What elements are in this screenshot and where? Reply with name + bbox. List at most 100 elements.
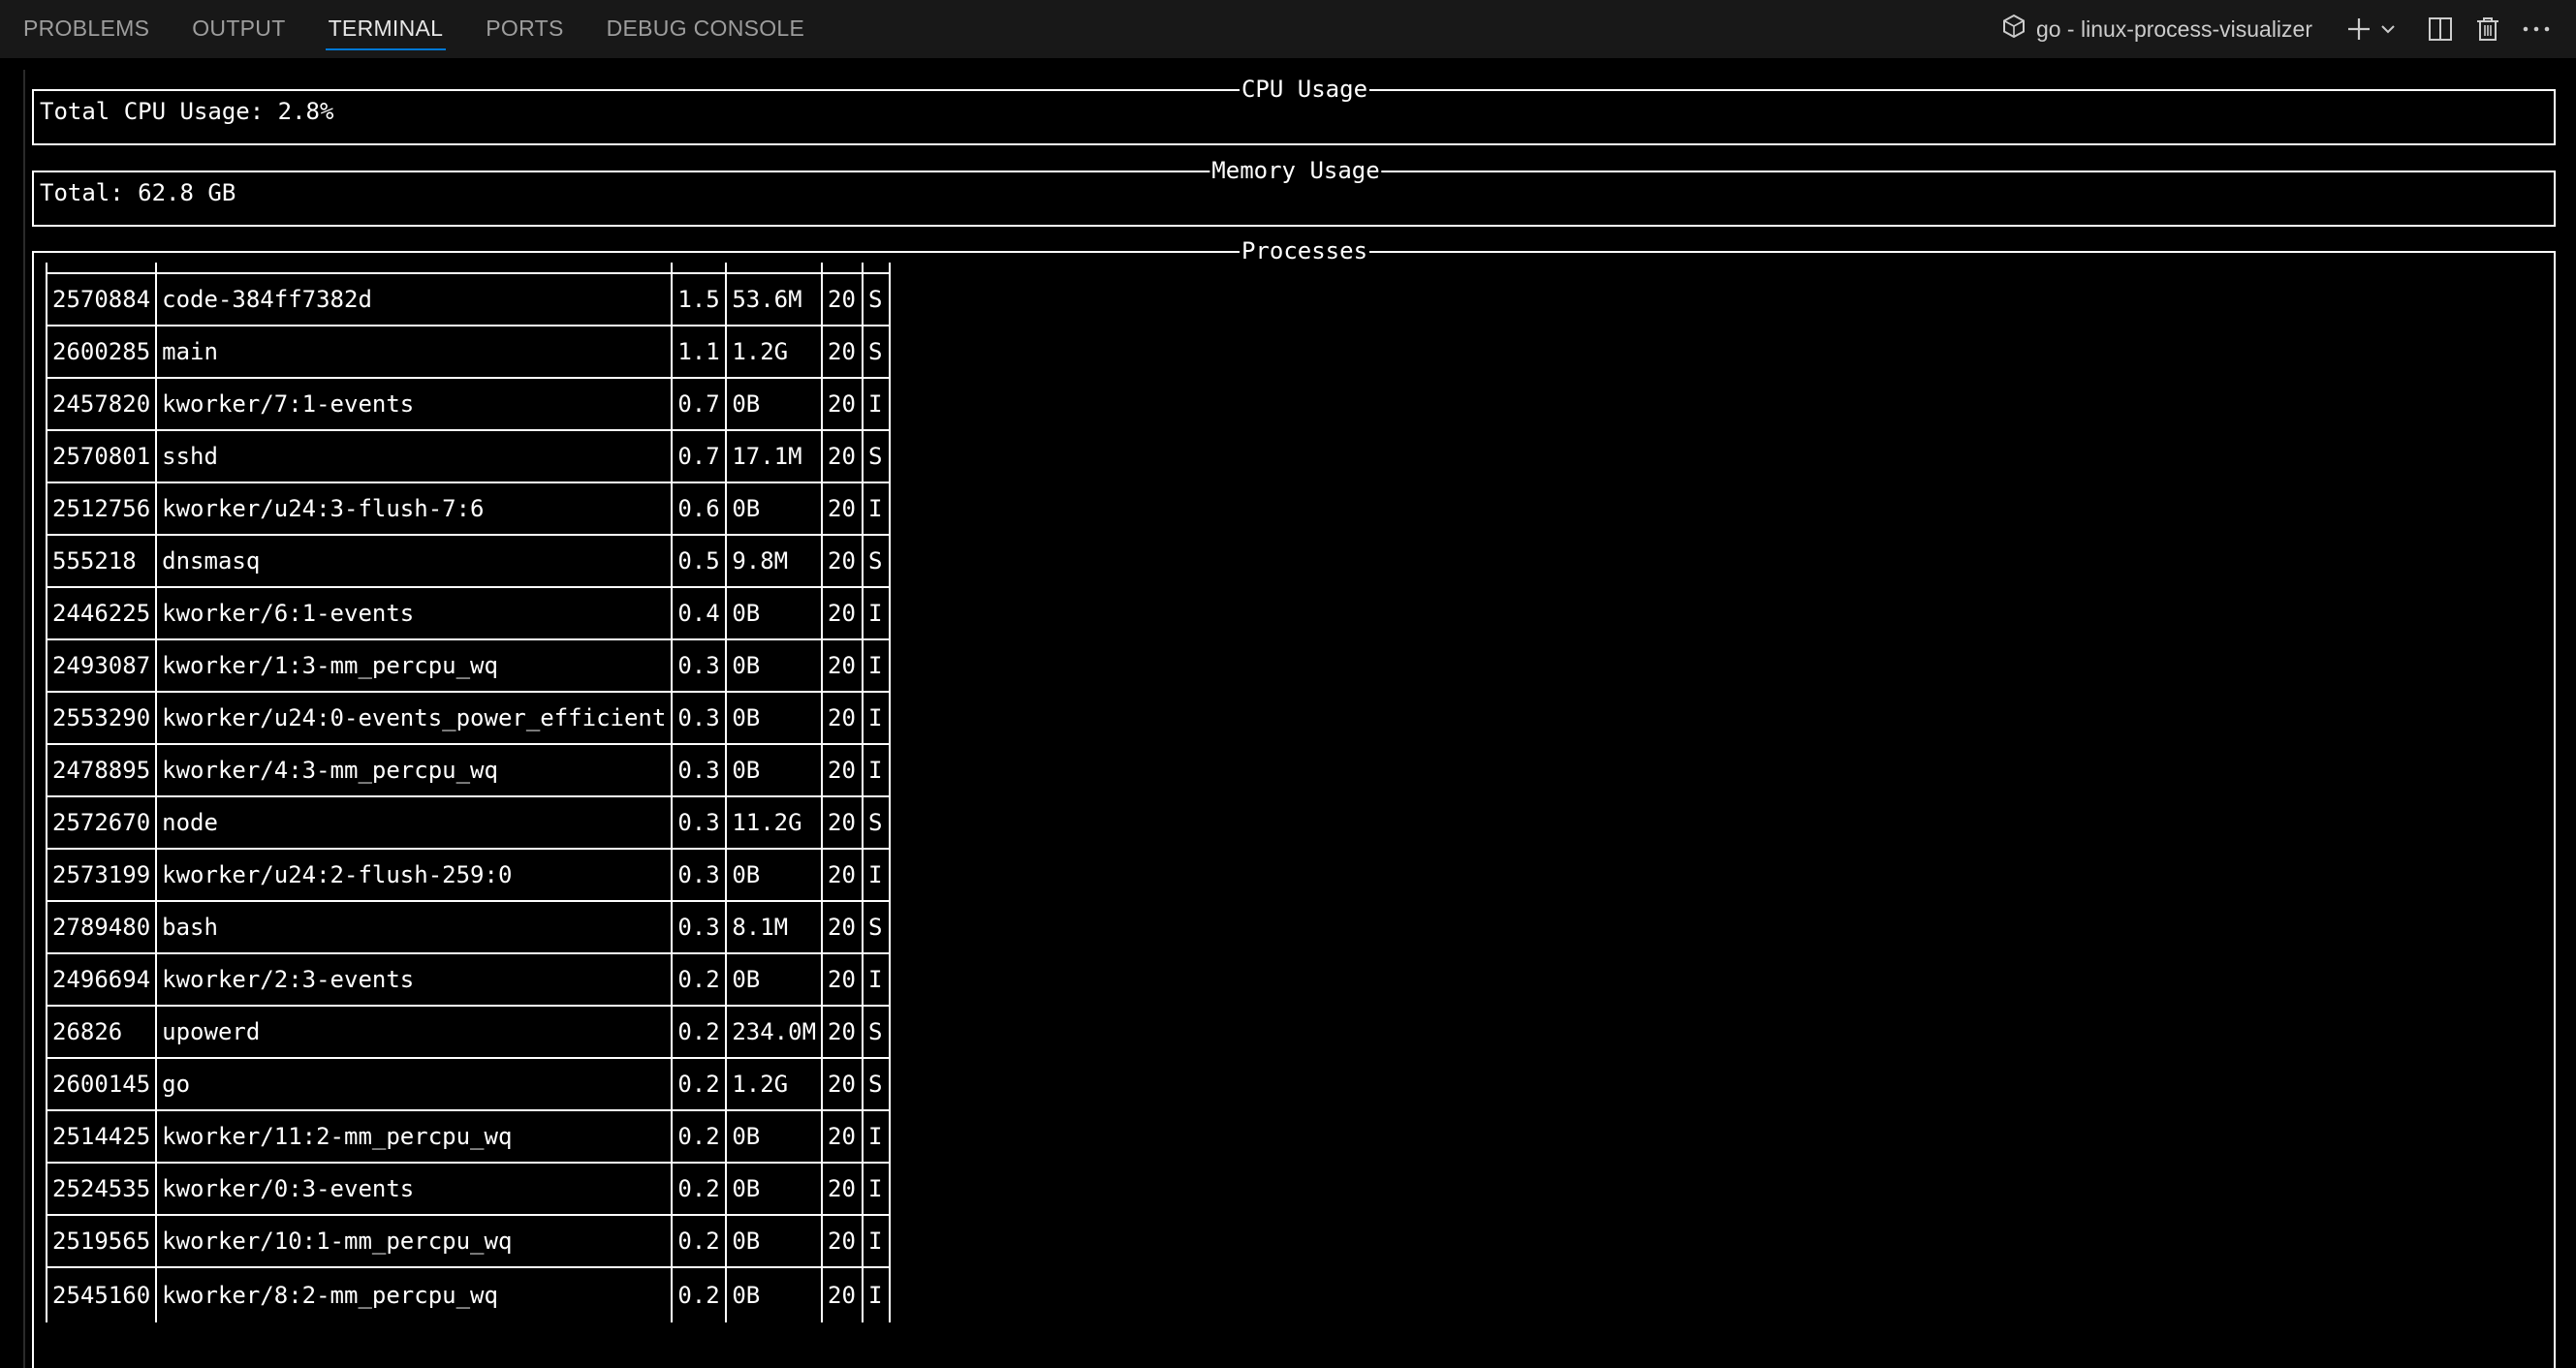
- table-row[interactable]: 2512756 kworker/u24:3-flush-7:6 0.6 0B 20 I: [45, 482, 892, 536]
- processes-box: Processes 2570884 code-384ff7382d 1.5 53.6M…: [32, 237, 2556, 1368]
- cell-name: kworker/0:3-events: [155, 1162, 674, 1216]
- cell-pid: 2570884: [45, 272, 158, 326]
- table-row[interactable]: 2478895 kworker/4:3-mm_percpu_wq 0.3 0B 20 I: [45, 743, 892, 797]
- table-row[interactable]: 2514425 kworker/11:2-mm_percpu_wq 0.2 0B 20 I: [45, 1109, 892, 1164]
- cell-mem: 0B: [725, 377, 824, 431]
- table-row[interactable]: 26826 upowerd 0.2 234.0M 20 S: [45, 1005, 892, 1059]
- cell-mem: 1.2G: [725, 1057, 824, 1111]
- table-row[interactable]: 555218 dnsmasq 0.5 9.8M 20 S: [45, 534, 892, 588]
- terminal-viewport[interactable]: CPU Usage Total CPU Usage: 2.8% Memory U…: [23, 70, 2562, 1368]
- cell-pid: 2493087: [45, 638, 158, 693]
- cell-state: I: [862, 482, 892, 536]
- split-terminal-button[interactable]: [2427, 10, 2454, 48]
- cell-cpu: 0.3: [671, 638, 728, 693]
- cell-state: S: [862, 429, 892, 483]
- cell-state: S: [862, 272, 892, 326]
- cell-priority: 20: [821, 638, 864, 693]
- table-row[interactable]: 2600145 go 0.2 1.2G 20 S: [45, 1057, 892, 1111]
- table-row[interactable]: 2545160 kworker/8:2-mm_percpu_wq 0.2 0B 20 I: [45, 1266, 892, 1322]
- table-row[interactable]: 2572670 node 0.3 11.2G 20 S: [45, 795, 892, 850]
- cell-pid: 2496694: [45, 952, 158, 1007]
- cell-mem: 0B: [725, 691, 824, 745]
- cell-state: S: [862, 795, 892, 850]
- cell-name: kworker/2:3-events: [155, 952, 674, 1007]
- cell-name: sshd: [155, 429, 674, 483]
- cell-priority: 20: [821, 482, 864, 536]
- cell-pid: 2457820: [45, 377, 158, 431]
- table-row[interactable]: 2570801 sshd 0.7 17.1M 20 S: [45, 429, 892, 483]
- cell-state: I: [862, 691, 892, 745]
- chevron-down-icon: [2378, 19, 2398, 39]
- cell-priority: 20: [821, 429, 864, 483]
- cell-priority: 20: [821, 1162, 864, 1216]
- table-row[interactable]: 2600285 main 1.1 1.2G 20 S: [45, 325, 892, 379]
- terminal-icon: [2001, 14, 2036, 45]
- cpu-usage-text: Total CPU Usage: 2.8%: [40, 98, 334, 125]
- table-row[interactable]: 2496694 kworker/2:3-events 0.2 0B 20 I: [45, 952, 892, 1007]
- cell-cpu: 0.7: [671, 377, 728, 431]
- cell-state: I: [862, 586, 892, 640]
- terminal-instance-selector[interactable]: go - linux-process-visualizer: [2001, 14, 2312, 45]
- cell-pid: 555218: [45, 534, 158, 588]
- cell-mem: 11.2G: [725, 795, 824, 850]
- tab-ports[interactable]: PORTS: [486, 0, 563, 58]
- panel-tab-bar: PROBLEMS OUTPUT TERMINAL PORTS DEBUG CON…: [0, 0, 2576, 58]
- table-row[interactable]: 2570884 code-384ff7382d 1.5 53.6M 20 S: [45, 272, 892, 326]
- plus-icon: [2345, 16, 2372, 43]
- table-row[interactable]: 2457820 kworker/7:1-events 0.7 0B 20 I: [45, 377, 892, 431]
- tab-debug-console[interactable]: DEBUG CONSOLE: [607, 0, 805, 58]
- cell-state: I: [862, 1266, 892, 1322]
- cell-mem: 0B: [725, 1109, 824, 1164]
- cell-priority: 20: [821, 1109, 864, 1164]
- cell-cpu: 0.3: [671, 900, 728, 954]
- cell-mem: 0B: [725, 482, 824, 536]
- cell-pid: 2553290: [45, 691, 158, 745]
- new-terminal-button[interactable]: [2345, 10, 2372, 48]
- cell-pid: 2519565: [45, 1214, 158, 1268]
- cell-priority: 20: [821, 795, 864, 850]
- process-table: 2570884 code-384ff7382d 1.5 53.6M 20 S 2600285…: [45, 263, 892, 1322]
- tab-output[interactable]: OUTPUT: [192, 0, 285, 58]
- cell-mem: 0B: [725, 1162, 824, 1216]
- launch-profile-button[interactable]: [2378, 10, 2398, 48]
- cell-cpu: 0.7: [671, 429, 728, 483]
- more-actions-button[interactable]: [2522, 10, 2551, 48]
- table-row[interactable]: 2524535 kworker/0:3-events 0.2 0B 20 I: [45, 1162, 892, 1216]
- table-row[interactable]: 2553290 kworker/u24:0-events_power_effici…: [45, 691, 892, 745]
- cell-name: upowerd: [155, 1005, 674, 1059]
- cell-pid: 26826: [45, 1005, 158, 1059]
- cell-mem: 17.1M: [725, 429, 824, 483]
- table-row[interactable]: 2573199 kworker/u24:2-flush-259:0 0.3 0B 20 I: [45, 848, 892, 902]
- table-row[interactable]: 2789480 bash 0.3 8.1M 20 S: [45, 900, 892, 954]
- header-cell-cpu: [671, 263, 728, 274]
- tab-terminal[interactable]: TERMINAL: [325, 0, 446, 58]
- table-row[interactable]: 2519565 kworker/10:1-mm_percpu_wq 0.2 0B 20 I: [45, 1214, 892, 1268]
- cell-state: I: [862, 1214, 892, 1268]
- memory-usage-box: Memory Usage Total: 62.8 GB: [32, 157, 2556, 227]
- cell-priority: 20: [821, 900, 864, 954]
- table-row[interactable]: 2446225 kworker/6:1-events 0.4 0B 20 I: [45, 586, 892, 640]
- cell-name: kworker/10:1-mm_percpu_wq: [155, 1214, 674, 1268]
- cell-mem: 0B: [725, 848, 824, 902]
- cell-pid: 2570801: [45, 429, 158, 483]
- cell-name: kworker/6:1-events: [155, 586, 674, 640]
- cell-priority: 20: [821, 743, 864, 797]
- cell-mem: 0B: [725, 1266, 824, 1322]
- tab-problems[interactable]: PROBLEMS: [23, 0, 149, 58]
- cell-cpu: 0.2: [671, 1162, 728, 1216]
- cell-cpu: 0.3: [671, 795, 728, 850]
- cell-cpu: 0.2: [671, 952, 728, 1007]
- cell-mem: 9.8M: [725, 534, 824, 588]
- cell-state: S: [862, 900, 892, 954]
- cell-mem: 0B: [725, 952, 824, 1007]
- table-row[interactable]: 2493087 kworker/1:3-mm_percpu_wq 0.3 0B 20 I: [45, 638, 892, 693]
- cell-state: S: [862, 325, 892, 379]
- cell-state: I: [862, 377, 892, 431]
- cell-mem: 0B: [725, 586, 824, 640]
- cell-priority: 20: [821, 586, 864, 640]
- memory-usage-title: Memory Usage: [1209, 157, 1382, 184]
- cell-priority: 20: [821, 848, 864, 902]
- kill-terminal-button[interactable]: [2475, 10, 2500, 48]
- terminal-instance-name: go - linux-process-visualizer: [2035, 16, 2312, 42]
- header-cell-priority: [821, 263, 864, 274]
